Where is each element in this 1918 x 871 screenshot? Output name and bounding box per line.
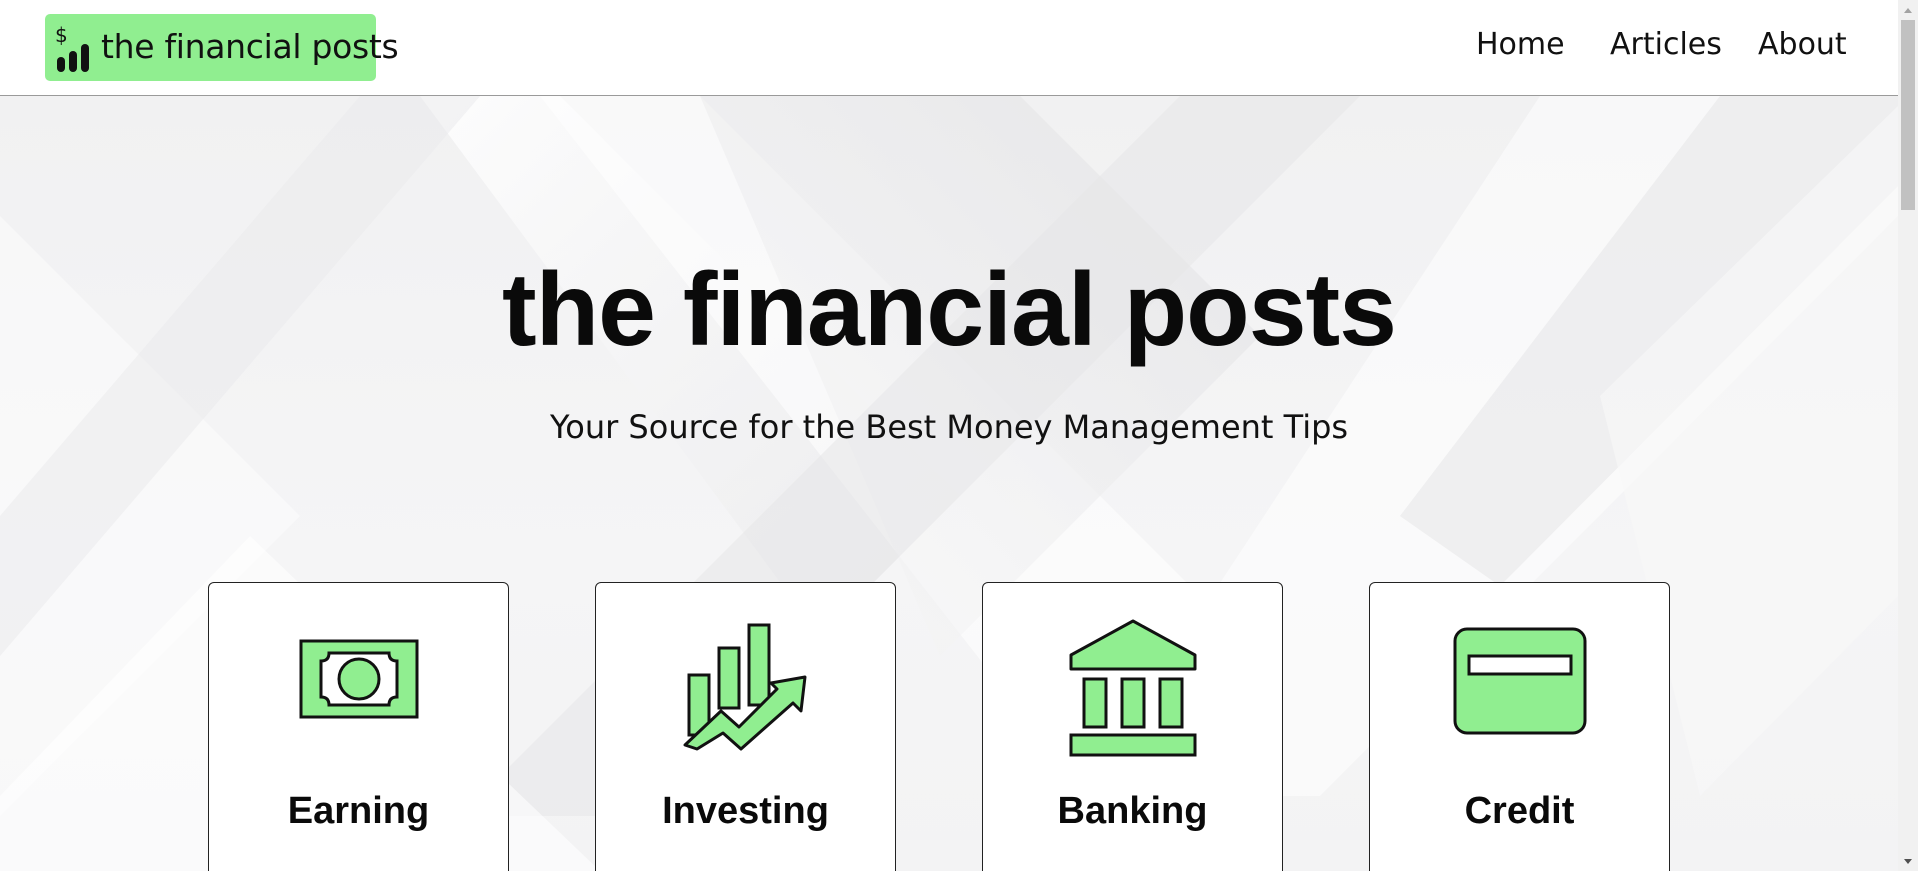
category-label: Credit bbox=[1464, 790, 1575, 832]
brand-name: the financial posts bbox=[101, 27, 399, 66]
scroll-up-arrow-icon[interactable] bbox=[1898, 0, 1918, 20]
credit-card-icon bbox=[1453, 627, 1586, 735]
category-card-investing[interactable]: Investing bbox=[595, 582, 896, 871]
scroll-down-arrow-icon[interactable] bbox=[1898, 851, 1918, 871]
category-label: Earning bbox=[287, 790, 430, 832]
svg-text:$: $ bbox=[55, 24, 68, 47]
category-card-credit[interactable]: Credit bbox=[1369, 582, 1670, 871]
site-header: $ the financial posts Home Articles Abou… bbox=[0, 0, 1898, 96]
hero-section: the financial posts Your Source for the … bbox=[0, 96, 1898, 871]
dollar-chart-icon: $ bbox=[55, 24, 89, 72]
growth-chart-icon bbox=[683, 623, 806, 751]
scrollbar-thumb[interactable] bbox=[1901, 20, 1915, 210]
brand-logo-link[interactable]: $ the financial posts bbox=[45, 14, 399, 81]
hero-title: the financial posts bbox=[501, 252, 1397, 368]
hero-subtitle: Your Source for the Best Money Managemen… bbox=[549, 408, 1349, 446]
page-scrollbar[interactable] bbox=[1898, 0, 1918, 871]
nav-about-link[interactable]: About bbox=[1758, 27, 1847, 62]
nav-articles-link[interactable]: Articles bbox=[1610, 27, 1722, 62]
category-card-earning[interactable]: Earning bbox=[208, 582, 509, 871]
bank-icon bbox=[1069, 619, 1196, 757]
category-label: Banking bbox=[1057, 790, 1208, 832]
category-label: Investing bbox=[662, 790, 829, 832]
nav-home-link[interactable]: Home bbox=[1476, 27, 1565, 62]
category-card-banking[interactable]: Banking bbox=[982, 582, 1283, 871]
money-bill-icon bbox=[299, 639, 418, 719]
